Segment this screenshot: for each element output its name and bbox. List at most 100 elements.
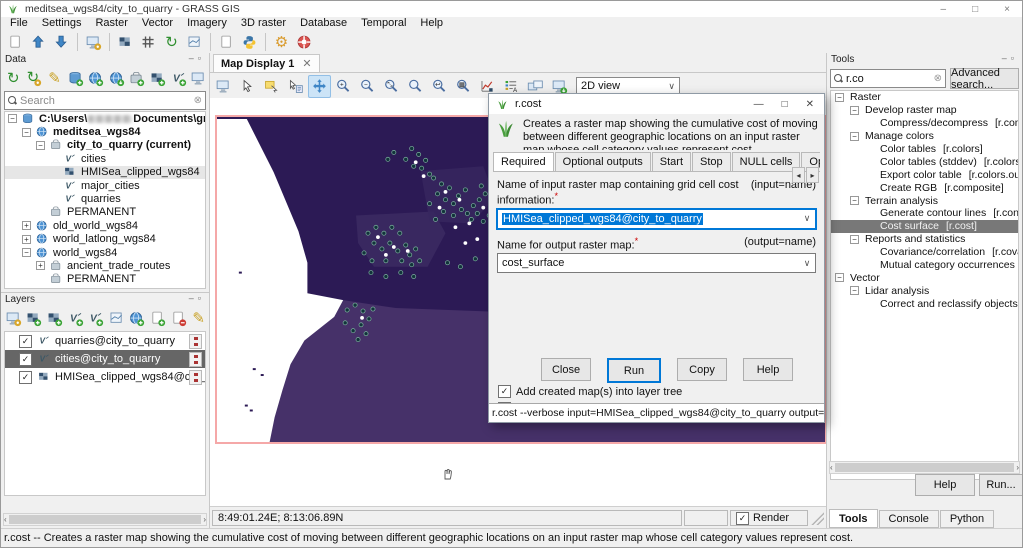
- tools-help-button[interactable]: Help: [915, 474, 975, 496]
- close-icon[interactable]: ×: [1004, 4, 1010, 15]
- tools-tree-item[interactable]: Correct and reclassify objects[v.lidar.c…: [831, 297, 1018, 310]
- add-raster-icon[interactable]: [147, 68, 168, 90]
- dialog-tab-optional-outputs[interactable]: Optional outputs: [555, 152, 651, 171]
- reload-mapset-icon[interactable]: ↻: [24, 68, 45, 90]
- add-raster-layer-icon[interactable]: [24, 308, 45, 330]
- field-combobox[interactable]: HMISea_clipped_wgs84@city_to_quarry∨: [497, 209, 816, 229]
- zoom-in-icon[interactable]: +: [332, 75, 355, 98]
- close-button[interactable]: Close: [541, 358, 591, 381]
- settings-icon[interactable]: ⚙: [270, 31, 293, 54]
- menu-temporal[interactable]: Temporal: [354, 17, 413, 30]
- expander-plus-icon[interactable]: +: [22, 235, 31, 244]
- menu-vector[interactable]: Vector: [135, 17, 180, 30]
- dialog-minimize-icon[interactable]: —: [754, 99, 764, 110]
- dialog-tab-stop[interactable]: Stop: [692, 152, 731, 171]
- layer-options-button[interactable]: [189, 370, 202, 385]
- tools-tree-item[interactable]: −Vector: [831, 271, 1018, 284]
- render-map-icon[interactable]: [212, 75, 235, 98]
- expander-minus-icon[interactable]: −: [835, 93, 844, 102]
- scrollbar-thumb[interactable]: [835, 463, 1015, 472]
- panel-close-icon[interactable]: ▫: [1011, 53, 1018, 63]
- expander-plus-icon[interactable]: +: [22, 221, 31, 230]
- pan-icon[interactable]: [308, 75, 331, 98]
- clear-search-icon[interactable]: ⊗: [194, 95, 202, 106]
- tools-tree-item[interactable]: Covariance/correlation[r.covar]: [831, 246, 1018, 259]
- add-various-raster-icon[interactable]: [44, 308, 65, 330]
- new-map-display-icon[interactable]: [82, 31, 105, 54]
- add-grassdb-icon[interactable]: [65, 68, 86, 90]
- edit-layer-icon[interactable]: ✎: [188, 308, 209, 330]
- cartographic-composer-icon[interactable]: [183, 31, 206, 54]
- expander-minus-icon[interactable]: −: [850, 132, 859, 141]
- tools-tree-item[interactable]: −Raster: [831, 91, 1018, 104]
- zoom-to-extent-icon[interactable]: ▦: [452, 75, 475, 98]
- panel-close-icon[interactable]: ▫: [198, 53, 205, 63]
- tab-console[interactable]: Console: [879, 510, 939, 528]
- edit-data-icon[interactable]: ✎: [44, 68, 65, 90]
- render-checkbox[interactable]: ✓: [736, 512, 749, 525]
- data-tree-item[interactable]: −meditsea_wgs84: [5, 125, 205, 138]
- data-tree-item[interactable]: +ancient_trade_routes: [5, 259, 205, 272]
- zoom-region-icon[interactable]: [404, 75, 427, 98]
- data-search-input[interactable]: Search ⊗: [4, 91, 206, 110]
- tools-tree-item[interactable]: Create RGB[r.composite]: [831, 181, 1018, 194]
- field-combobox[interactable]: cost_surface∨: [497, 253, 816, 273]
- expander-minus-icon[interactable]: −: [850, 235, 859, 244]
- add-command-layer-icon[interactable]: [147, 308, 168, 330]
- expander-minus-icon[interactable]: −: [850, 196, 859, 205]
- expander-minus-icon[interactable]: −: [8, 114, 17, 123]
- tab-map-display-1[interactable]: Map Display 1 ✕: [213, 54, 320, 72]
- tools-run-button[interactable]: Run...: [979, 474, 1023, 496]
- panel-undock-icon[interactable]: ‒: [1002, 53, 1011, 63]
- tools-tree-item[interactable]: −Terrain analysis: [831, 194, 1018, 207]
- python-console-icon[interactable]: [238, 31, 261, 54]
- script-editor-icon[interactable]: [215, 31, 238, 54]
- data-tree-item[interactable]: −world_wgs84: [5, 246, 205, 259]
- tab-python[interactable]: Python: [940, 510, 994, 528]
- display-map-icon[interactable]: [188, 68, 209, 90]
- menu-settings[interactable]: Settings: [35, 17, 89, 30]
- panel-close-icon[interactable]: ▫: [198, 293, 205, 303]
- menu-database[interactable]: Database: [293, 17, 354, 30]
- expander-minus-icon[interactable]: −: [22, 248, 31, 257]
- add-mapset-icon[interactable]: [127, 68, 148, 90]
- expander-minus-icon[interactable]: −: [850, 286, 859, 295]
- layer-options-button[interactable]: [189, 352, 202, 367]
- tools-hscrollbar[interactable]: ‹ ›: [829, 461, 1020, 474]
- expander-plus-icon[interactable]: +: [36, 261, 45, 270]
- add-location-icon[interactable]: [85, 68, 106, 90]
- new-workspace-icon[interactable]: [4, 31, 27, 54]
- pointer-icon[interactable]: [236, 75, 259, 98]
- data-tree-item[interactable]: Vquarries: [5, 192, 205, 205]
- data-tree-item[interactable]: −city_to_quarry (current): [5, 139, 205, 152]
- checkbox[interactable]: ✓: [498, 385, 511, 398]
- close-tab-icon[interactable]: ✕: [302, 57, 311, 70]
- tools-tree-item[interactable]: −Lidar analysis: [831, 284, 1018, 297]
- layer-checkbox[interactable]: ✓: [19, 335, 32, 348]
- tools-tree-item[interactable]: Export color table[r.colors.out]: [831, 168, 1018, 181]
- georectifier-icon[interactable]: [137, 31, 160, 54]
- panel-undock-icon[interactable]: ‒: [189, 293, 198, 303]
- tools-search-input[interactable]: r.co ⊗: [830, 69, 946, 88]
- help-button[interactable]: Help: [743, 358, 793, 381]
- scroll-right-icon[interactable]: ›: [203, 515, 206, 524]
- dialog-titlebar[interactable]: r.cost — □ ✕: [489, 94, 824, 114]
- tab-tools[interactable]: Tools: [829, 509, 878, 528]
- dialog-tab-start[interactable]: Start: [652, 152, 691, 171]
- add-web-service-icon[interactable]: [127, 308, 148, 330]
- advanced-search-button[interactable]: Advanced search...: [950, 68, 1019, 89]
- menu-help[interactable]: Help: [413, 17, 450, 30]
- expander-minus-icon[interactable]: −: [850, 106, 859, 115]
- tab-scroll-left-icon[interactable]: ◂: [792, 167, 805, 183]
- zoom-out-icon[interactable]: −: [356, 75, 379, 98]
- menu-raster[interactable]: Raster: [88, 17, 134, 30]
- dialog-maximize-icon[interactable]: □: [782, 99, 788, 110]
- menu-3d-raster[interactable]: 3D raster: [234, 17, 293, 30]
- layer-row[interactable]: ✓Vcities@city_to_quarry: [5, 350, 205, 368]
- menu-file[interactable]: File: [3, 17, 35, 30]
- scroll-right-icon[interactable]: ›: [1016, 463, 1019, 472]
- tools-tree-item[interactable]: Color tables (stddev)[r.colors.stddev]: [831, 155, 1018, 168]
- layer-row[interactable]: ✓HMISea_clipped_wgs84@city_to_quarry: [5, 368, 205, 386]
- scrollbar-thumb[interactable]: [9, 515, 202, 524]
- dialog-checkbox-row[interactable]: ✓Add created map(s) into layer tree: [498, 385, 682, 398]
